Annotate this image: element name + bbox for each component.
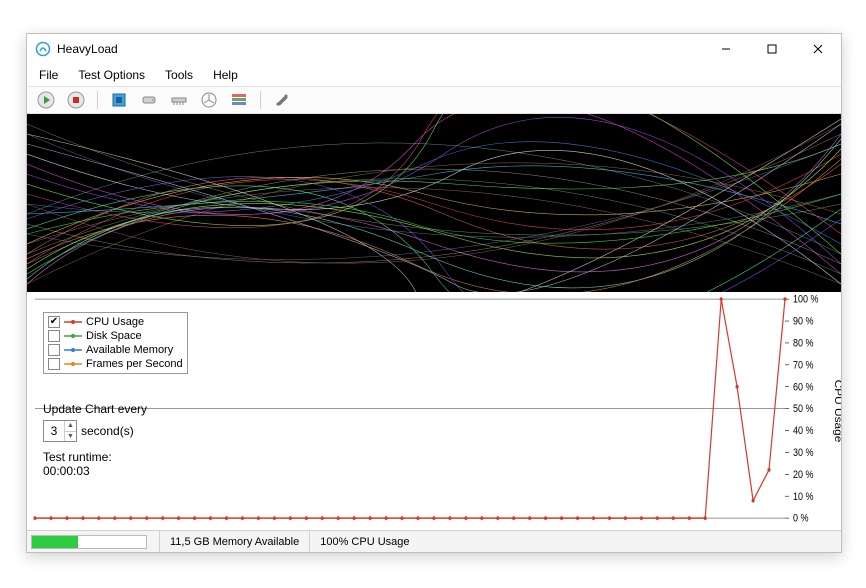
stop-button[interactable] [63,88,89,112]
update-interval-spinner[interactable]: 3 ▲ ▼ [43,420,77,442]
close-button[interactable] [795,34,841,64]
svg-text:CPU Usage: CPU Usage [832,380,841,443]
stress-test-visual [27,114,841,292]
svg-text:100 %: 100 % [793,294,819,306]
titlebar: HeavyLoad [27,34,841,64]
maximize-button[interactable] [749,34,795,64]
disk-stress-button[interactable] [136,88,162,112]
menu-tools[interactable]: Tools [161,66,197,84]
test-runtime: Test runtime: 00:00:03 [43,450,112,478]
legend-color-swatch [64,360,82,368]
legend-label: CPU Usage [86,316,144,328]
legend-color-swatch [64,318,82,326]
toolbar-separator-2 [260,91,261,109]
svg-text:80 %: 80 % [793,338,814,350]
svg-text:70 %: 70 % [793,360,814,372]
app-title: HeavyLoad [57,42,118,56]
app-window: HeavyLoad File Test Options Tools Help [26,33,842,553]
legend-color-swatch [64,332,82,340]
menu-help[interactable]: Help [209,66,242,84]
legend-color-swatch [64,346,82,354]
statusbar: 11,5 GB Memory Available 100% CPU Usage [27,530,841,552]
menu-file[interactable]: File [35,66,62,84]
update-interval-unit: second(s) [81,424,134,438]
svg-text:10 %: 10 % [793,491,814,503]
svg-text:20 %: 20 % [793,469,814,481]
menubar: File Test Options Tools Help [27,64,841,86]
spinner-down-icon[interactable]: ▼ [65,431,76,442]
legend-item[interactable]: Available Memory [48,343,183,357]
menu-test-options[interactable]: Test Options [74,66,149,84]
memory-stress-button[interactable] [166,88,192,112]
treesize-button[interactable] [226,88,252,112]
status-cpu: 100% CPU Usage [309,531,419,552]
play-button[interactable] [33,88,59,112]
update-interval-label: Update Chart every [43,402,147,416]
legend-item[interactable]: ✔ CPU Usage [48,315,183,329]
cpu-stress-button[interactable] [106,88,132,112]
svg-text:60 %: 60 % [793,382,814,394]
chart-area: 0 % 10 % 20 % 30 % 40 % 50 % 60 % 70 % 80 % 90 % 1… [27,292,841,530]
legend-item[interactable]: Frames per Second [48,357,183,371]
app-icon [35,41,51,57]
settings-button[interactable] [269,88,295,112]
legend-label: Frames per Second [86,358,183,370]
svg-text:0 %: 0 % [793,513,809,525]
update-interval: Update Chart every 3 ▲ ▼ second(s) [43,402,147,442]
spinner-up-icon[interactable]: ▲ [65,421,76,431]
legend-label: Available Memory [86,344,173,356]
status-memory: 11,5 GB Memory Available [159,531,309,552]
svg-text:50 %: 50 % [793,404,814,416]
legend-checkbox[interactable] [48,358,60,370]
legend-item[interactable]: Disk Space [48,329,183,343]
svg-text:90 %: 90 % [793,316,814,328]
svg-text:30 %: 30 % [793,447,814,459]
minimize-button[interactable] [703,34,749,64]
memory-progressbar [31,535,147,549]
gpu-stress-button[interactable] [196,88,222,112]
legend-checkbox[interactable] [48,330,60,342]
legend-checkbox[interactable] [48,344,60,356]
legend-label: Disk Space [86,330,142,342]
legend-checkbox[interactable]: ✔ [48,316,60,328]
update-interval-value: 3 [44,421,64,441]
test-runtime-label: Test runtime: [43,450,112,464]
toolbar [27,86,841,114]
legend: ✔ CPU Usage Disk Space Available Memory Fram… [43,312,188,374]
svg-text:40 %: 40 % [793,425,814,437]
test-runtime-value: 00:00:03 [43,464,112,478]
toolbar-separator [97,91,98,109]
